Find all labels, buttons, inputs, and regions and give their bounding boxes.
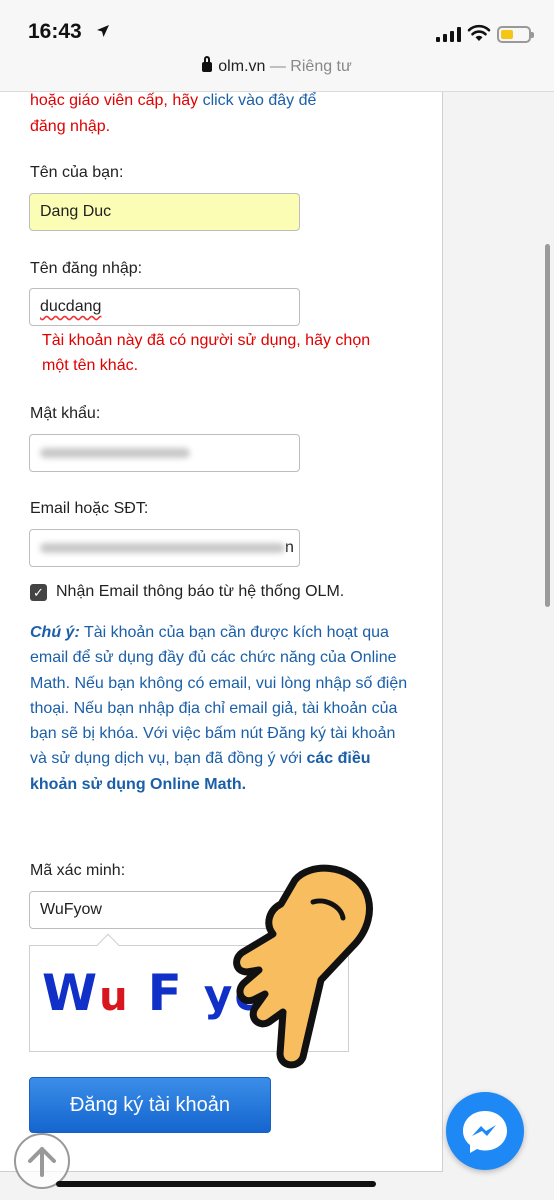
messenger-icon — [463, 1111, 507, 1153]
email-label: Email hoặc SĐT: — [30, 500, 149, 517]
register-button[interactable]: Đăng ký tài khoản — [29, 1077, 271, 1133]
email-visible-tail: n — [285, 539, 294, 556]
battery-icon — [497, 26, 534, 43]
status-time: 16:43 — [28, 20, 82, 43]
messenger-button[interactable] — [446, 1092, 524, 1170]
captcha-char: u — [99, 974, 130, 1020]
login-link[interactable]: click vào đây để — [203, 92, 317, 109]
login-hint-text: hoặc giáo viên cấp, hãy — [30, 92, 203, 109]
email-input[interactable]: n — [29, 529, 300, 567]
username-label: Tên đăng nhập: — [30, 260, 143, 277]
location-arrow-icon — [97, 25, 109, 37]
login-hint: hoặc giáo viên cấp, hãy click vào đây để… — [30, 88, 390, 140]
captcha-char: F — [147, 964, 184, 1022]
notice-body: Tài khoản của bạn cần được kích hoạt qua… — [30, 624, 408, 768]
password-label: Mật khẩu: — [30, 405, 101, 422]
notice-title: Chú ý: — [30, 624, 80, 641]
scroll-top-icon — [28, 1147, 56, 1177]
notice-text: Chú ý: Tài khoản của bạn cần được kích h… — [30, 620, 410, 797]
captcha-char: W — [42, 964, 100, 1022]
name-label: Tên của bạn: — [30, 164, 124, 181]
wifi-icon — [467, 24, 491, 41]
signal-icon — [436, 27, 461, 42]
captcha-label: Mã xác minh: — [30, 862, 126, 879]
pointing-hand-icon — [233, 864, 373, 1069]
url-bar[interactable]: olm.vn — Riêng tư — [0, 56, 554, 76]
newsletter-label[interactable]: Nhận Email thông báo từ hệ thống OLM. — [56, 583, 344, 601]
scrollbar[interactable] — [545, 244, 550, 607]
name-input[interactable]: Dang Duc — [29, 193, 300, 231]
checkbox-checked-icon[interactable]: ✓ — [30, 584, 47, 601]
login-hint-text-2: đăng nhập. — [30, 118, 111, 135]
status-bar: 16:43 olm.vn — Riêng tư — [0, 0, 554, 92]
username-input[interactable]: ducdang — [29, 288, 300, 326]
username-value: ducdang — [40, 298, 102, 315]
url-domain: olm.vn — [218, 58, 266, 75]
username-error: Tài khoản này đã có người sử dụng, hãy c… — [42, 332, 371, 374]
password-input[interactable] — [29, 434, 300, 472]
home-indicator[interactable] — [56, 1181, 376, 1187]
lock-icon — [202, 56, 213, 72]
url-privacy-label: — Riêng tư — [269, 58, 352, 75]
